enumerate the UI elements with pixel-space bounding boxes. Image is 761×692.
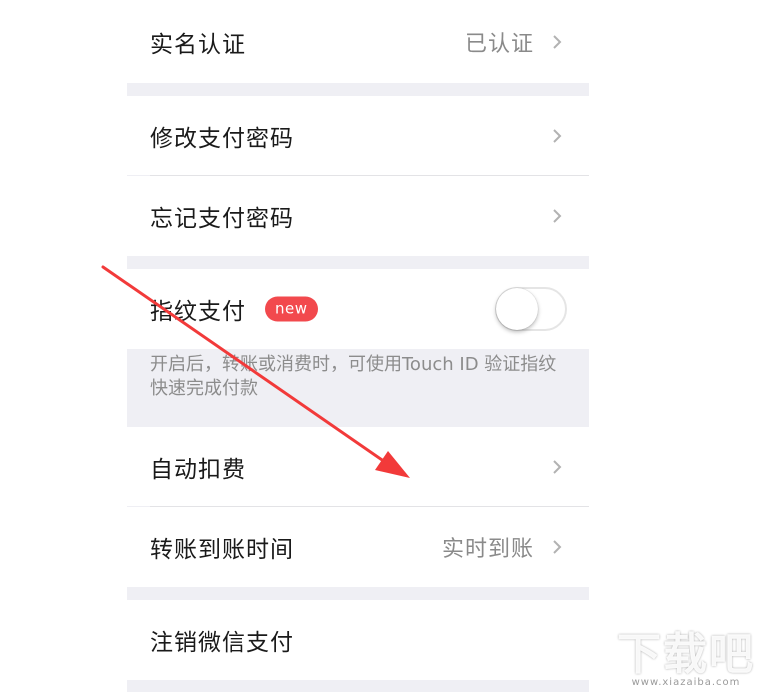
chevron-right-icon (553, 540, 562, 554)
transfer-time-value: 实时到账 (441, 537, 534, 562)
watermark-logo: 下载吧 (617, 629, 755, 680)
toggle-knob[interactable] (496, 288, 538, 330)
fingerprint-toggle[interactable] (495, 287, 567, 331)
settings-panel: 实名认证 已认证 修改支付密码 忘记支付密码 指纹支付 new 开启后，转账或消… (127, 0, 589, 692)
forgot-password-row[interactable]: 忘记支付密码 (127, 176, 589, 256)
chevron-right-icon (553, 209, 562, 223)
forgot-password-label: 忘记支付密码 (150, 206, 294, 232)
fingerprint-pay-row: 指纹支付 new (127, 269, 589, 349)
auto-deduct-label: 自动扣费 (150, 456, 246, 483)
cancel-wechat-pay-row[interactable]: 注销微信支付 (127, 600, 589, 680)
fingerprint-note: 开启后，转账或消费时，可使用Touch ID 验证指纹快速完成付款 (150, 354, 557, 399)
realname-row[interactable]: 实名认证 已认证 (127, 0, 589, 83)
change-password-row[interactable]: 修改支付密码 (127, 96, 589, 175)
watermark-url: www.xiazaiba.com (631, 677, 741, 688)
fingerprint-pay-label: 指纹支付 (150, 299, 246, 325)
cancel-wechat-pay-label: 注销微信支付 (150, 630, 294, 656)
chevron-right-icon (553, 34, 562, 49)
chevron-right-icon (553, 128, 562, 143)
chevron-right-icon (553, 459, 562, 474)
transfer-time-label: 转账到账时间 (150, 537, 294, 563)
change-password-label: 修改支付密码 (150, 125, 294, 152)
realname-value: 已认证 (464, 31, 534, 57)
transfer-time-row[interactable]: 转账到账时间 实时到账 (127, 507, 589, 587)
new-badge: new (265, 296, 318, 322)
watermark: 下载吧 www.xiazaiba.com (617, 629, 755, 689)
realname-label: 实名认证 (150, 31, 246, 58)
auto-deduct-row[interactable]: 自动扣费 (127, 427, 589, 506)
